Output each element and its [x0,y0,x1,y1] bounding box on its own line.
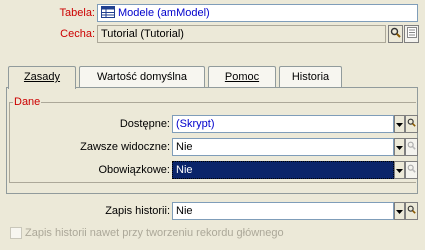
history-label: Zapis historii: [105,205,170,217]
required-field[interactable]: Nie [172,161,394,179]
available-search-button[interactable] [405,115,418,133]
available-dropdown-button[interactable] [394,115,405,133]
field-label: Cecha: [60,28,95,40]
tab-bar: Zasady Wartość domyślna Pomoc Historia [6,66,418,89]
tab-zasady[interactable]: Zasady [8,66,76,89]
always-visible-field[interactable]: Nie [172,138,394,156]
required-search-button[interactable] [405,161,418,179]
form-icon [406,27,417,41]
history-on-create-checkbox[interactable] [10,227,22,239]
group-title: Dane [13,95,42,109]
details-button[interactable] [404,25,419,43]
always-visible-search-button[interactable] [405,138,418,156]
search-button[interactable] [388,25,403,43]
group-border-bottom [9,182,416,183]
table-field[interactable]: Modele (amModel) [97,4,418,22]
table-value: Modele (amModel) [118,7,210,19]
always-visible-label: Zawsze widoczne: [80,141,170,153]
tab-pomoc[interactable]: Pomoc [208,66,276,88]
magnifier-icon [390,27,401,41]
tab-label: Zasady [23,71,61,83]
group-border-top [9,102,416,103]
available-label: Dostępne: [119,118,170,130]
available-field[interactable]: (Skrypt) [172,115,394,133]
history-field[interactable]: Nie [172,202,394,220]
table-label: Tabela: [59,7,95,19]
tab-wartosc-domyslna[interactable]: Wartość domyślna [79,66,205,88]
magnifier-icon [407,118,416,130]
tab-label: Wartość domyślna [96,71,188,83]
arrow-down-icon [396,141,403,153]
magnifier-icon [407,141,416,153]
magnifier-icon [407,205,416,217]
tab-historia[interactable]: Historia [279,66,342,88]
required-dropdown-button[interactable] [394,161,405,179]
always-visible-dropdown-button[interactable] [394,138,405,156]
arrow-down-icon [396,118,403,130]
magnifier-icon [407,164,416,176]
arrow-down-icon [396,205,403,217]
history-search-button[interactable] [405,202,418,220]
history-on-create-label: Zapis historii nawet przy tworzeniu reko… [25,227,284,239]
tab-label: Pomoc [224,71,260,83]
required-label: Obowiązkowe: [98,164,170,176]
table-icon [101,6,115,21]
tab-label: Historia [291,71,330,83]
field-value: Tutorial (Tutorial) [97,25,386,43]
arrow-down-icon [396,164,403,176]
history-dropdown-button[interactable] [394,202,405,220]
